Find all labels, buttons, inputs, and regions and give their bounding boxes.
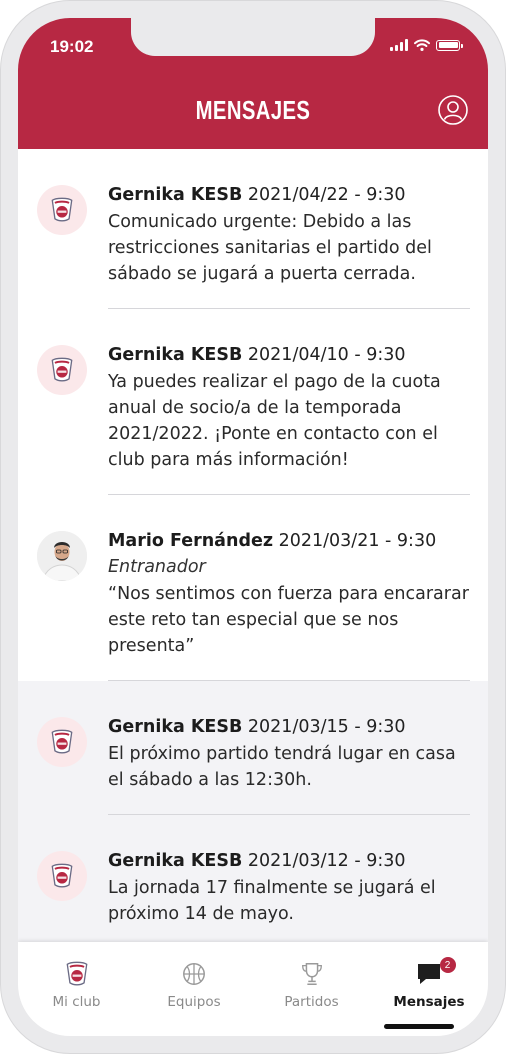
tab-equipos[interactable]: Equipos [136,960,253,1010]
message-header: Gernika KESB 2021/04/22 - 9:30 [108,185,470,205]
tab-label: Mensajes [393,994,465,1010]
club-logo-icon [37,717,87,767]
status-icons [390,39,463,51]
message-body: Ya puedes realizar el pago de la cuota a… [108,372,441,470]
page-title: MENSAJES [195,95,311,125]
phone-frame: 19:02 MENSAJES Gernika KESB 2021/04/22 - [0,0,506,1054]
club-logo-icon [37,851,87,901]
tab-mensajes[interactable]: 2 Mensajes [371,957,488,1010]
message-header: Gernika KESB 2021/03/12 - 9:30 [108,851,470,871]
tab-mi-club[interactable]: Mi club [18,960,135,1010]
club-logo-icon [18,960,135,988]
message-sender: Mario Fernández [108,531,274,551]
message-header: Gernika KESB 2021/03/15 - 9:30 [108,717,470,737]
club-logo-icon [37,185,87,235]
screen: 19:02 MENSAJES Gernika KESB 2021/04/22 - [18,18,488,1036]
battery-icon [436,39,463,51]
tab-label: Partidos [284,994,339,1010]
message-date: 2021/04/10 - 9:30 [247,345,406,365]
message-date: 2021/03/21 - 9:30 [278,531,437,551]
signal-icon [390,39,408,51]
message-body: El próximo partido tendrá lugar en casa … [108,744,456,790]
tab-partidos[interactable]: Partidos [253,960,370,1010]
club-logo-icon [37,345,87,395]
message-body: “Nos sentimos con fuerza para encararar … [108,584,469,656]
profile-icon[interactable] [438,95,468,125]
trophy-icon [253,960,370,988]
notification-badge: 2 [439,957,456,973]
message-sender: Gernika KESB [108,345,243,365]
message-date: 2021/03/12 - 9:30 [247,851,406,871]
message-sender: Gernika KESB [108,717,243,737]
home-indicator [384,1024,454,1029]
message-item[interactable]: Gernika KESB 2021/04/22 - 9:30 Comunicado… [18,149,488,309]
message-sender: Gernika KESB [108,851,243,871]
message-date: 2021/04/22 - 9:30 [247,185,406,205]
message-item[interactable]: Gernika KESB 2021/04/10 - 9:30 Ya puedes … [18,309,488,495]
message-list[interactable]: Gernika KESB 2021/04/22 - 9:30 Comunicado… [18,149,488,942]
message-role: Entranador [108,557,206,577]
message-body: Comunicado urgente: Debido a las restric… [108,212,432,284]
message-body: La jornada 17 finalmente se jugará el pr… [108,878,436,924]
notch [131,18,375,56]
message-header: Mario Fernández 2021/03/21 - 9:30 [108,531,470,551]
basketball-icon [136,960,253,988]
wifi-icon [414,39,430,51]
tab-label: Mi club [52,994,101,1010]
message-header: Gernika KESB 2021/04/10 - 9:30 [108,345,470,365]
app-header: 19:02 MENSAJES [18,18,488,149]
tab-label: Equipos [167,994,221,1010]
status-time: 19:02 [50,37,94,56]
avatar [37,531,87,581]
message-date: 2021/03/15 - 9:30 [247,717,406,737]
tab-bar: Mi club Equipos Partidos 2 Mensajes [18,942,488,1036]
message-item[interactable]: Gernika KESB 2021/03/12 - 9:30 La jornada… [18,815,488,942]
message-item[interactable]: Gernika KESB 2021/03/15 - 9:30 El próximo… [18,681,488,815]
chat-icon [371,960,488,988]
message-sender: Gernika KESB [108,185,243,205]
message-item[interactable]: Mario Fernández 2021/03/21 - 9:30 Entrana… [18,495,488,681]
